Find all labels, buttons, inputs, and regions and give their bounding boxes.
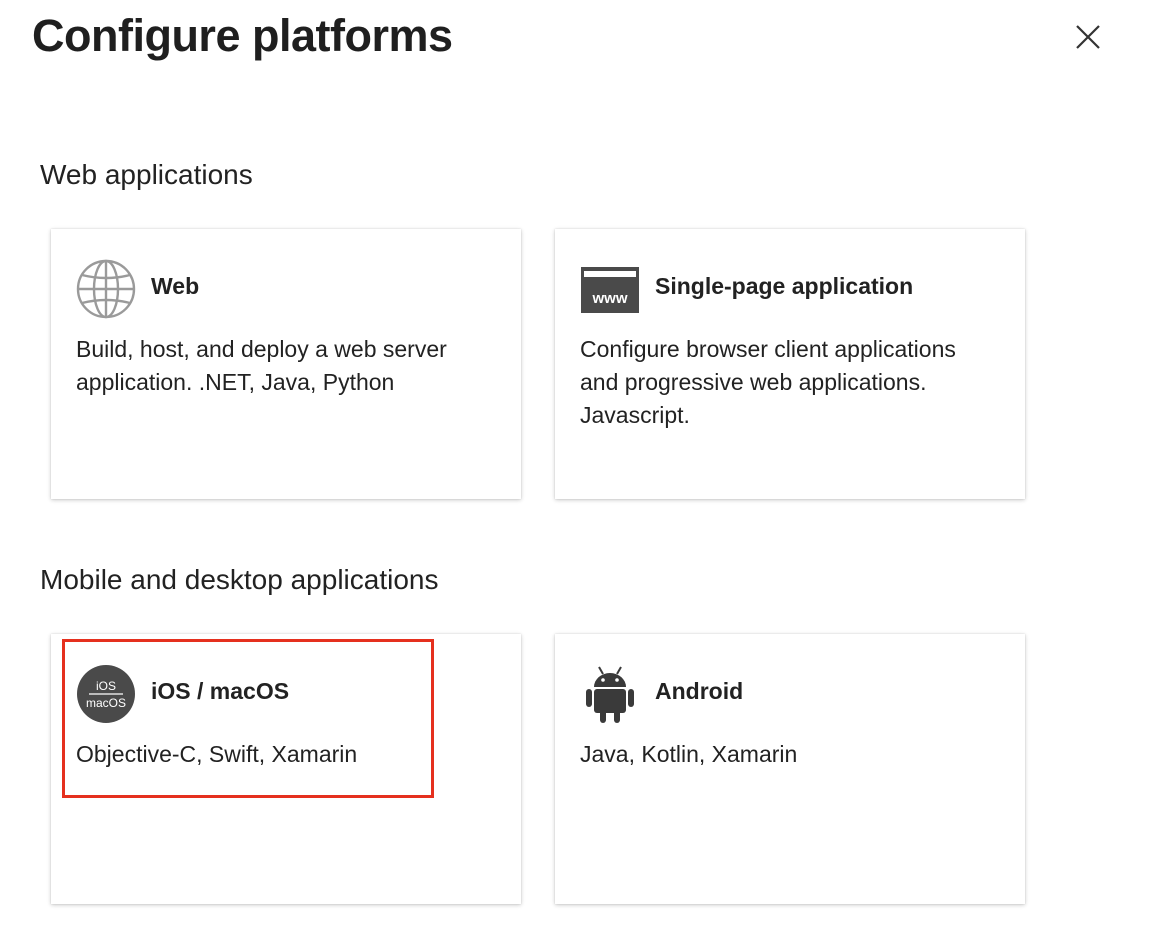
platform-card-single-page-application[interactable]: www Single-page application Configure br… [555,229,1025,499]
close-button[interactable] [1071,20,1105,54]
card-description: Configure browser client applications an… [580,336,956,428]
macos-icon-text: macOS [86,696,126,710]
platform-card-web[interactable]: Web Build, host, and deploy a web server… [51,229,521,499]
card-description: Build, host, and deploy a web server app… [76,336,447,395]
www-icon-text: www [591,290,627,307]
section-heading-mobile-desktop: Mobile and desktop applications [40,564,439,595]
ios-icon-text: iOS [96,679,116,693]
ios-macos-icon: iOS macOS [76,664,136,724]
close-icon [1076,25,1100,49]
section-heading-web: Web applications [40,159,253,190]
platform-card-android[interactable]: Android Java, Kotlin, Xamarin [555,634,1025,904]
android-icon [580,664,640,724]
www-browser-icon: www [580,259,640,319]
card-description: Java, Kotlin, Xamarin [580,741,798,767]
card-title: Android [655,678,744,704]
globe-icon [76,259,136,319]
platform-card-ios-macos[interactable]: iOS macOS iOS / macOS Objective-C, Swift… [51,634,521,904]
card-title: Web [151,273,200,299]
card-title: iOS / macOS [151,678,290,704]
card-title: Single-page application [655,273,914,299]
card-description: Objective-C, Swift, Xamarin [76,741,358,767]
dialog-title: Configure platforms [32,10,453,61]
